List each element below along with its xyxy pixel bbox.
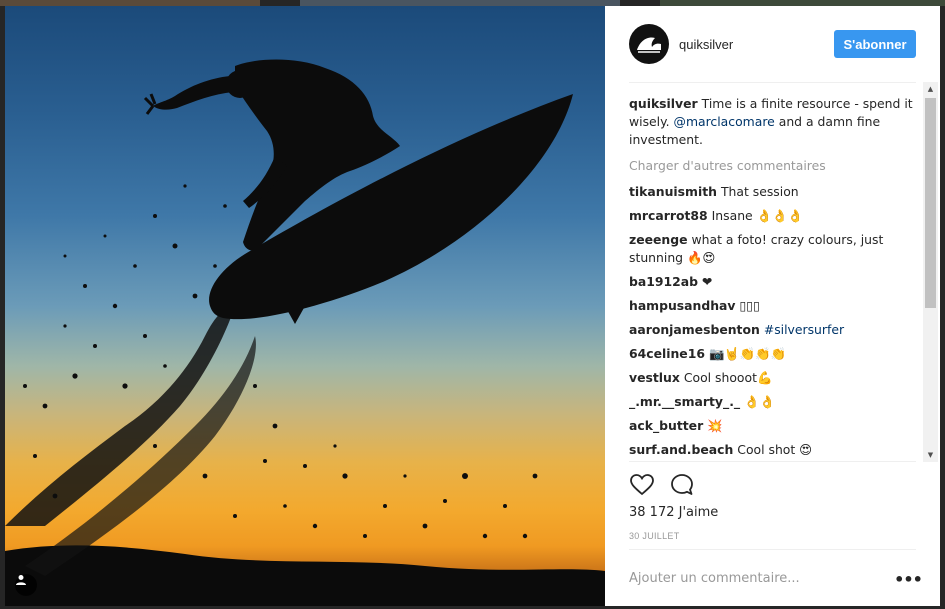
comment-item: vestlux Cool shooot💪 [629,369,919,387]
comment-item: ba1912ab ❤ [629,273,919,291]
comment-text: ❤ [701,274,713,289]
post-date: 30 JUILLET [629,531,680,541]
caption-username-link[interactable]: quiksilver [629,96,698,111]
comment-item: _.mr.__smarty_._ 👌👌 [629,393,919,411]
comment-username-link[interactable]: _.mr.__smarty_._ [629,394,740,409]
hashtag-link[interactable]: #silversurfer [764,322,844,337]
comment-text: ▯▯▯ [739,298,760,313]
comment-username-link[interactable]: surf.and.beach [629,442,733,457]
comment-username-link[interactable]: aaronjamesbenton [629,322,760,337]
divider [629,461,916,462]
comment-item: mrcarrot88 Insane 👌👌👌 [629,207,919,225]
comment-text: Cool shot 😍 [737,442,813,457]
likes-count[interactable]: 38 172 J'aime [629,505,718,520]
comments-scrollbar[interactable]: ▲ ▼ [923,82,938,462]
comment-username-link[interactable]: vestlux [629,370,680,385]
divider [629,82,916,83]
comment-icon [671,474,693,495]
post-photo[interactable] [5,6,605,606]
comment-username-link[interactable]: mrcarrot88 [629,208,708,223]
comment-text: That session [720,184,799,199]
avatar[interactable] [629,24,669,64]
comment-item: tikanuismith That session [629,183,919,201]
comment-button[interactable] [669,472,695,498]
comment-text: 💥 [707,418,723,433]
comment-username-link[interactable]: ack_butter [629,418,703,433]
scrollbar-thumb[interactable] [925,98,936,308]
comment-item: zeeenge what a foto! crazy colours, just … [629,231,919,267]
surfer-silhouette-image [5,59,605,606]
comment-username-link[interactable]: zeeenge [629,232,688,247]
comment-username-link[interactable]: ba1912ab [629,274,698,289]
user-tag-button[interactable] [15,574,37,596]
post-header: quiksilver S'abonner [605,6,940,82]
comment-item: hampusandhav ▯▯▯ [629,297,919,315]
scroll-up-arrow-icon[interactable]: ▲ [923,82,938,96]
more-options-button[interactable]: ••• [894,569,923,589]
load-more-comments-link[interactable]: Charger d'autres commentaires [629,157,919,175]
comment-text: 📷🤘👏👏👏 [708,346,787,361]
add-comment-input[interactable] [629,568,889,588]
follow-button[interactable]: S'abonner [834,30,916,58]
mention-link[interactable]: @marclacomare [674,114,775,129]
like-button[interactable] [629,472,655,498]
comment-text: 👌👌 [744,394,775,409]
comment-text: Cool shooot💪 [683,370,773,385]
quiksilver-logo-icon [637,37,661,53]
user-icon [16,575,26,585]
heart-icon [630,474,654,496]
comment-item: surf.and.beach Cool shot 😍 [629,441,919,459]
comments-list[interactable]: quiksilver Time is a finite resource - sp… [629,95,919,461]
post-sidebar: quiksilver S'abonner quiksilver Time is a… [605,6,940,606]
comment-username-link[interactable]: tikanuismith [629,184,717,199]
divider [629,549,916,550]
scroll-down-arrow-icon[interactable]: ▼ [923,448,938,462]
comment-item: 64celine16 📷🤘👏👏👏 [629,345,919,363]
comment-item: ack_butter 💥 [629,417,919,435]
comment-username-link[interactable]: 64celine16 [629,346,705,361]
comment-username-link[interactable]: hampusandhav [629,298,735,313]
comment-item: aaronjamesbenton #silversurfer [629,321,919,339]
comment-text: Insane 👌👌👌 [711,208,803,223]
post-caption: quiksilver Time is a finite resource - sp… [629,95,919,149]
header-username-link[interactable]: quiksilver [679,37,733,52]
